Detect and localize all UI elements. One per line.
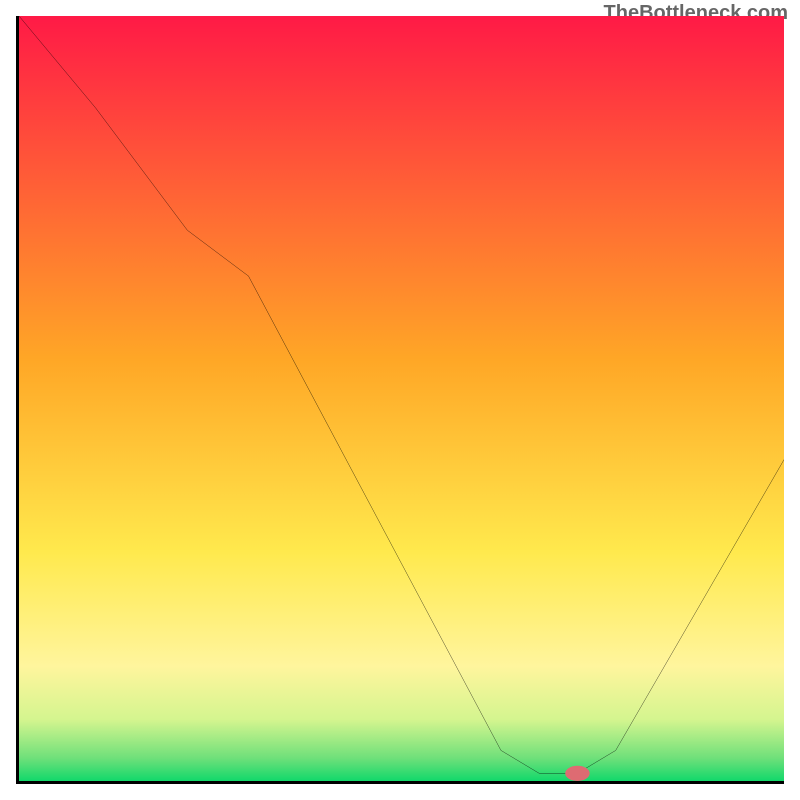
current-point-marker (19, 16, 784, 781)
plot-area (16, 16, 784, 784)
chart-frame: TheBottleneck.com (0, 0, 800, 800)
